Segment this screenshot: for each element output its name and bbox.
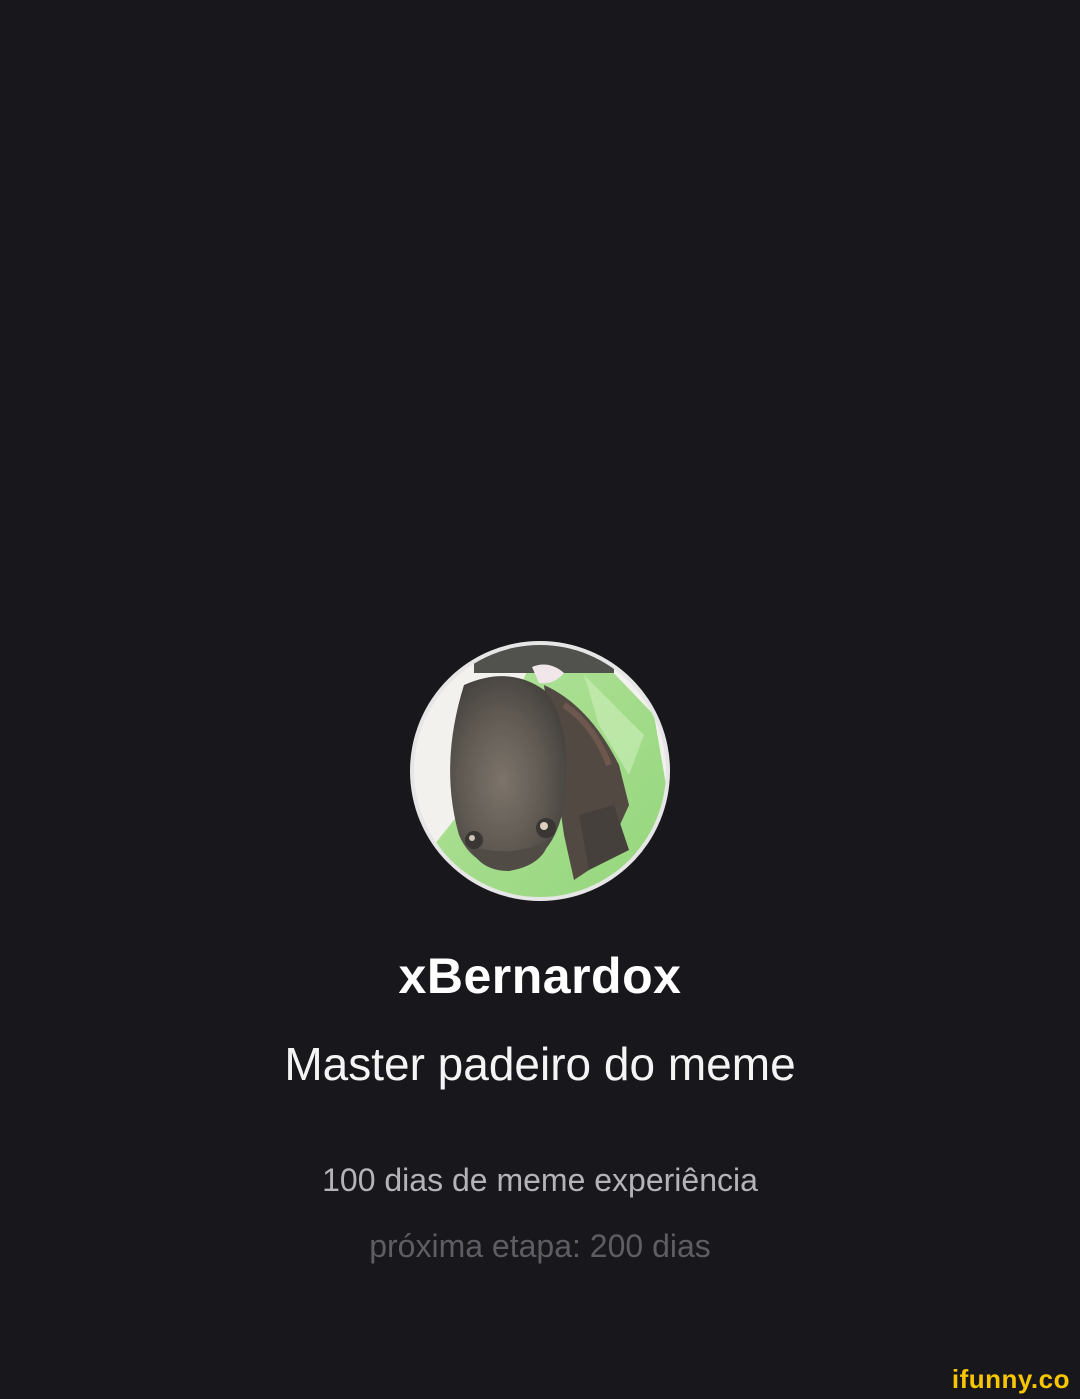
ifunny-watermark: ifunny.co <box>951 1364 1070 1394</box>
profile-screen: xBernardox Master padeiro do meme 100 di… <box>0 0 1080 1399</box>
experience-text: 100 dias de meme experiência <box>322 1162 758 1198</box>
profile-status: Master padeiro do meme <box>284 1038 796 1090</box>
username: xBernardox <box>398 948 682 1004</box>
avatar-image <box>414 645 666 897</box>
avatar[interactable] <box>410 641 670 901</box>
next-stage-text: próxima etapa: 200 dias <box>369 1228 711 1264</box>
